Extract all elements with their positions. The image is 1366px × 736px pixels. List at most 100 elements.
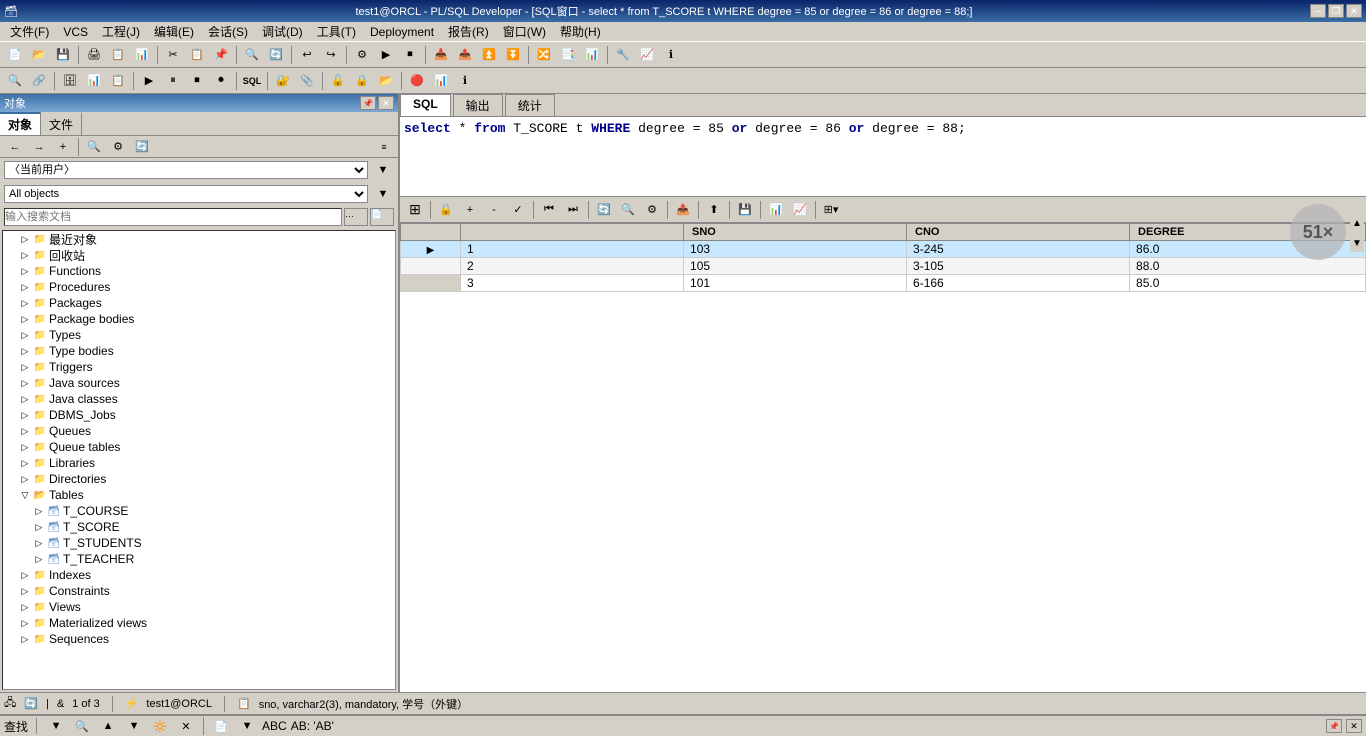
tb2-btn7[interactable]: ⏸ [162, 71, 184, 91]
tree-item-t-teacher[interactable]: ▷ 🗃 T_TEACHER [3, 551, 395, 567]
tb2-btn11[interactable]: 📎 [296, 71, 318, 91]
cell-degree-2[interactable]: 88.0 [1130, 258, 1366, 275]
tree-item-triggers[interactable]: ▷ 📁 Triggers [3, 359, 395, 375]
tb2-btn3[interactable]: 🗄 [59, 71, 81, 91]
left-filter-btn[interactable]: ⚙ [107, 137, 129, 157]
tree-item-type-bodies[interactable]: ▷ 📁 Type bodies [3, 343, 395, 359]
next-btn[interactable]: ⏭ [562, 200, 584, 220]
filter-dropdown[interactable]: All objects [4, 185, 368, 203]
bs-find-btn[interactable]: 🔍 [71, 716, 93, 736]
tree-item-libraries[interactable]: ▷ 📁 Libraries [3, 455, 395, 471]
paste-btn[interactable]: 📌 [210, 45, 232, 65]
print-btn[interactable]: 🖨 [83, 45, 105, 65]
user-dropdown[interactable]: 〈当前用户〉 [4, 161, 368, 179]
compile-btn[interactable]: ⚙ [351, 45, 373, 65]
lock-btn[interactable]: 🔒 [435, 200, 457, 220]
menu-session[interactable]: 会话(S) [202, 21, 254, 42]
tree-item-views[interactable]: ▷ 📁 Views [3, 599, 395, 615]
btn13[interactable]: ⏬ [502, 45, 524, 65]
table-row[interactable]: 2 105 3-105 88.0 [401, 258, 1366, 275]
add-row-btn[interactable]: + [459, 200, 481, 220]
btn15[interactable]: 📑 [557, 45, 579, 65]
panel-pin-btn[interactable]: 📌 [360, 96, 376, 110]
left-extra-btn[interactable]: ≡ [374, 138, 394, 156]
tree-item-queues[interactable]: ▷ 📁 Queues [3, 423, 395, 439]
left-refresh-btn[interactable]: 🔄 [131, 137, 153, 157]
find-data-btn[interactable]: 🔍 [617, 200, 639, 220]
menu-vcs[interactable]: VCS [57, 23, 94, 41]
minimize-button[interactable]: ─ [1310, 4, 1326, 18]
tree-item-directories[interactable]: ▷ 📁 Directories [3, 471, 395, 487]
tree-item-t-score[interactable]: ▷ 🗃 T_SCORE [3, 519, 395, 535]
table-row[interactable]: 3 101 6-166 85.0 [401, 275, 1366, 292]
tree-item-queue-tables[interactable]: ▷ 📁 Queue tables [3, 439, 395, 455]
btn10[interactable]: 📥 [430, 45, 452, 65]
stop-btn[interactable]: ⏹ [399, 45, 421, 65]
search-extra-btn[interactable]: 📄 [370, 208, 394, 226]
menu-edit[interactable]: 编辑(E) [148, 21, 200, 42]
bs-dropdown-btn[interactable]: ▼ [45, 716, 67, 736]
tree-item-package-bodies[interactable]: ▷ 📁 Package bodies [3, 311, 395, 327]
tab-objects[interactable]: 对象 [0, 112, 41, 135]
redo-btn[interactable]: ↪ [320, 45, 342, 65]
tree-item-sequences[interactable]: ▷ 📁 Sequences [3, 631, 395, 647]
tree-item-java-sources[interactable]: ▷ 📁 Java sources [3, 375, 395, 391]
btn17[interactable]: 🔧 [612, 45, 634, 65]
menu-window[interactable]: 窗口(W) [497, 21, 552, 42]
tree-item-t-course[interactable]: ▷ 🗃 T_COURSE [3, 503, 395, 519]
chart2-btn[interactable]: 📈 [789, 200, 811, 220]
check-btn[interactable]: ✓ [507, 200, 529, 220]
tb2-btn10[interactable]: 🔐 [272, 71, 294, 91]
close-button[interactable]: ✕ [1346, 4, 1362, 18]
del-row-btn[interactable]: - [483, 200, 505, 220]
filter-dropdown-btn[interactable]: ▼ [372, 184, 394, 204]
filter-data-btn[interactable]: ⚙ [641, 200, 663, 220]
cell-cno-1[interactable]: 3-245 [907, 241, 1130, 258]
scroll-up-btn[interactable]: ▲ [1350, 214, 1364, 232]
search-go-btn[interactable]: … [344, 208, 368, 226]
refresh-data-btn[interactable]: 🔄 [593, 200, 615, 220]
commit-btn[interactable]: 💾 [734, 200, 756, 220]
cell-degree-1[interactable]: 86.0 [1130, 241, 1366, 258]
save-btn[interactable]: 💾 [52, 45, 74, 65]
tb2-btn17[interactable]: ℹ [454, 71, 476, 91]
bs-dropdown2-btn[interactable]: ▼ [236, 716, 258, 736]
scroll-down-btn[interactable]: ▼ [1350, 234, 1364, 252]
new-btn[interactable]: 📄 [4, 45, 26, 65]
menu-project[interactable]: 工程(J) [96, 21, 146, 42]
tree-item-types[interactable]: ▷ 📁 Types [3, 327, 395, 343]
tab-stats[interactable]: 统计 [505, 94, 555, 116]
btn16[interactable]: 📊 [581, 45, 603, 65]
tree-item-packages[interactable]: ▷ 📁 Packages [3, 295, 395, 311]
cut-btn[interactable]: ✂ [162, 45, 184, 65]
btn11[interactable]: 📤 [454, 45, 476, 65]
prev-btn[interactable]: ⏮ [538, 200, 560, 220]
tb2-sql-btn[interactable]: SQL [241, 71, 263, 91]
tree-item-t-students[interactable]: ▷ 🗃 T_STUDENTS [3, 535, 395, 551]
btn14[interactable]: 🔀 [533, 45, 555, 65]
bs-clear-btn[interactable]: ✕ [175, 716, 197, 736]
left-fwd-btn[interactable]: → [28, 137, 50, 157]
tree-item-recycle[interactable]: ▷ 📁 回收站 [3, 247, 395, 263]
tab-files[interactable]: 文件 [41, 112, 82, 135]
undo-btn[interactable]: ↩ [296, 45, 318, 65]
export-btn[interactable]: 📤 [672, 200, 694, 220]
run-btn[interactable]: ▶ [375, 45, 397, 65]
cell-sno-2[interactable]: 105 [684, 258, 907, 275]
menu-tools[interactable]: 工具(T) [311, 21, 362, 42]
tb2-btn16[interactable]: 📊 [430, 71, 452, 91]
menu-reports[interactable]: 报告(R) [442, 21, 495, 42]
chart-btn[interactable]: 📊 [765, 200, 787, 220]
tree-item-functions[interactable]: ▷ 📁 Functions [3, 263, 395, 279]
tb2-btn12[interactable]: 🔓 [327, 71, 349, 91]
tree-item-procedures[interactable]: ▷ 📁 Procedures [3, 279, 395, 295]
tree-item-mat-views[interactable]: ▷ 📁 Materialized views [3, 615, 395, 631]
tb2-btn8[interactable]: ⏹ [186, 71, 208, 91]
btn3[interactable]: 📊 [131, 45, 153, 65]
cell-cno-3[interactable]: 6-166 [907, 275, 1130, 292]
tab-sql[interactable]: SQL [400, 94, 451, 116]
left-search-btn[interactable]: 🔍 [83, 137, 105, 157]
btn12[interactable]: ⏫ [478, 45, 500, 65]
tb2-btn4[interactable]: 📊 [83, 71, 105, 91]
tree-item-dbms-jobs[interactable]: ▷ 📁 DBMS_Jobs [3, 407, 395, 423]
